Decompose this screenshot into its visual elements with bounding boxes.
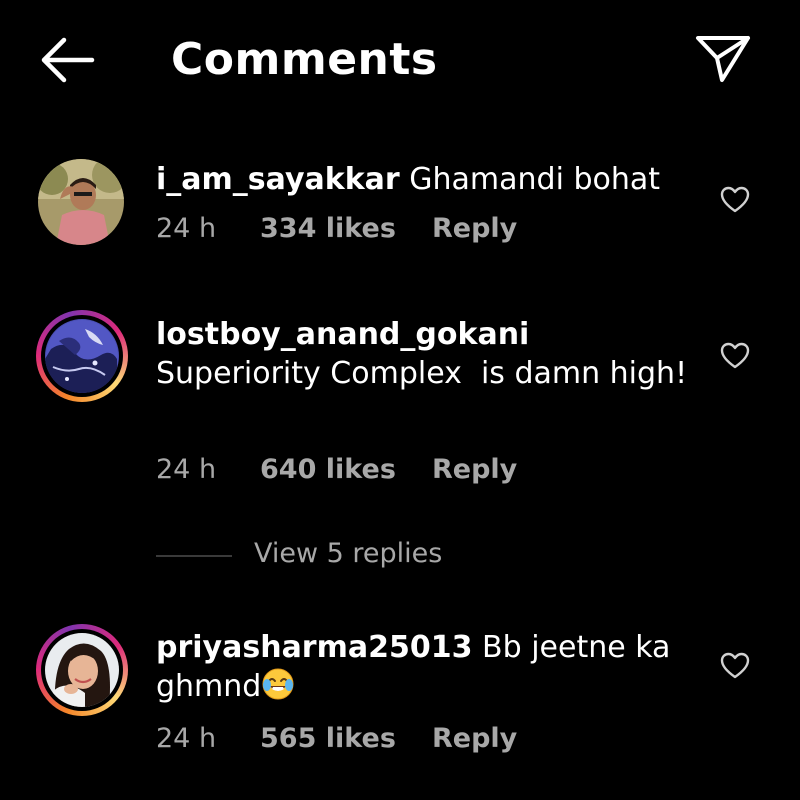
comment-text: priyasharma25013 Bb jeetne ka ghmnd	[156, 628, 696, 706]
view-replies-label: View 5 replies	[254, 538, 443, 569]
heart-icon	[720, 186, 750, 213]
comment-body: Superiority Complex is damn high!	[156, 356, 688, 391]
comment-likes[interactable]: 334 likes	[260, 213, 432, 244]
paper-plane-icon	[696, 36, 750, 82]
comment-meta: 24 h 334 likes Reply	[156, 213, 517, 244]
avatar[interactable]	[36, 310, 128, 402]
face-with-tears-of-joy-icon	[261, 667, 295, 701]
avatar-image	[45, 633, 119, 707]
replies-divider	[156, 555, 232, 557]
reply-button[interactable]: Reply	[432, 723, 517, 754]
comment-meta: 24 h 640 likes Reply	[156, 454, 517, 485]
arrow-left-icon	[41, 37, 95, 83]
comment-time: 24 h	[156, 213, 217, 244]
comment-username[interactable]: i_am_sayakkar	[156, 162, 400, 197]
comment-likes[interactable]: 565 likes	[260, 723, 432, 754]
like-button[interactable]	[720, 342, 750, 370]
avatar-ring-gap	[41, 629, 123, 711]
comment-body: Ghamandi bohat	[409, 162, 661, 197]
comment-meta: 24 h 565 likes Reply	[156, 723, 517, 754]
comment-likes[interactable]: 640 likes	[260, 454, 432, 485]
avatar[interactable]	[36, 157, 128, 249]
comment-time: 24 h	[156, 723, 217, 754]
share-button[interactable]	[694, 32, 752, 84]
back-button[interactable]	[36, 34, 96, 86]
comment-text: lostboy_anand_gokani Superiority Complex…	[156, 315, 696, 393]
heart-icon	[720, 652, 750, 679]
reply-button[interactable]: Reply	[432, 213, 517, 244]
avatar-image	[38, 159, 124, 245]
avatar-ring-gap	[41, 315, 123, 397]
reply-button[interactable]: Reply	[432, 454, 517, 485]
header-bar: Comments	[0, 0, 800, 120]
like-button[interactable]	[720, 652, 750, 680]
comment-username[interactable]: lostboy_anand_gokani	[156, 317, 529, 352]
comment-text: i_am_sayakkar Ghamandi bohat	[156, 160, 696, 199]
like-button[interactable]	[720, 186, 750, 214]
avatar[interactable]	[36, 624, 128, 716]
heart-icon	[720, 342, 750, 369]
comment-time: 24 h	[156, 454, 217, 485]
page-title: Comments	[171, 34, 438, 85]
avatar-image	[45, 319, 119, 393]
comment-username[interactable]: priyasharma25013	[156, 630, 472, 665]
